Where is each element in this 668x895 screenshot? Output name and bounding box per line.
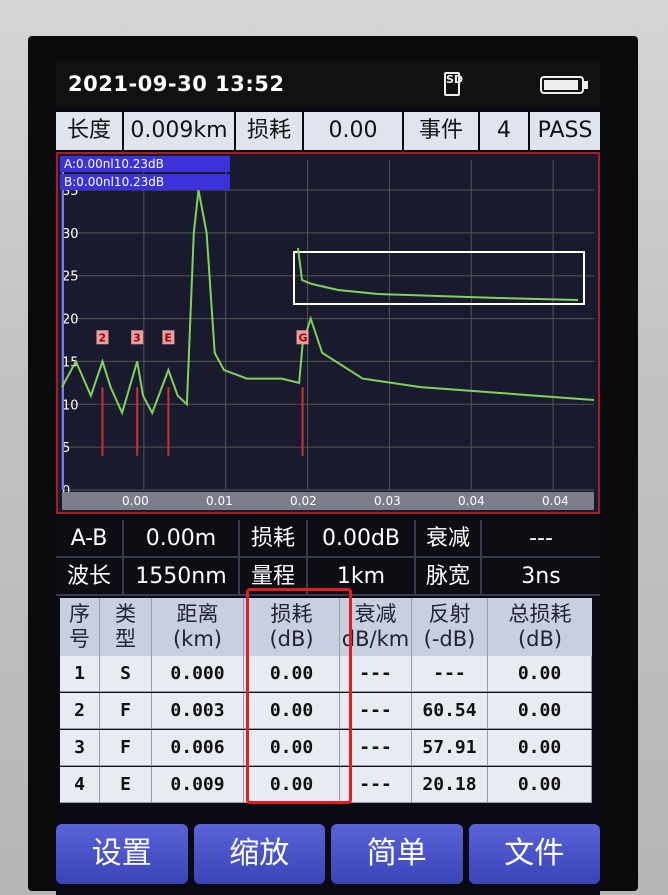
length-label: 长度 [56,112,124,150]
table-cell: --- [412,656,488,692]
battery-icon [540,76,588,94]
y-tick-label: 10 [62,398,79,413]
table-cell: 0.00 [488,767,592,803]
col-header-index: 序号 [60,598,100,656]
pulse-value: 3ns [482,558,600,596]
table-cell: 0.00 [488,656,592,692]
table-cell: F [100,693,152,729]
length-value: 0.009km [124,112,236,150]
table-cell: 0.00 [488,730,592,766]
table-cell: F [100,730,152,766]
pass-status: PASS [530,112,600,150]
table-cell: 2 [60,693,100,729]
y-tick-label: 20 [62,313,79,328]
battery-level [544,80,579,90]
ab-distance: 0.00m [124,520,240,558]
loss-label: 损耗 [236,112,304,150]
status-bar: 2021-09-30 13:52 SD [56,60,600,108]
cursor-b-readout: B:0.00nl10.23dB [60,174,230,190]
col-header-reflectance: 反射 (-dB) [412,598,488,656]
event-label: 事件 [404,112,480,150]
table-cell: 1 [60,656,100,692]
x-tick-label: 0.02 [290,494,317,508]
pulse-label: 脉宽 [416,558,482,596]
event-marker-label: 3 [133,331,141,344]
wavelength-value: 1550nm [124,558,240,596]
table-cell: 0.003 [152,693,244,729]
y-tick-label: 30 [62,227,79,242]
ab-atten-value: --- [482,520,600,558]
x-tick-label: 0.04 [542,494,569,508]
summary-bar: 长度 0.009km 损耗 0.00 事件 4 PASS [56,112,600,150]
otdr-trace-graph[interactable]: 3530252015105023EG A:0.00nl10.23dB B:0.0… [56,152,600,514]
y-tick-label: 25 [62,270,79,285]
wavelength-label: 波长 [56,558,124,596]
trace-series-line [61,189,595,416]
loss-column-highlight [246,588,352,804]
cursor-a-readout: A:0.00nl10.23dB [60,156,230,172]
event-count: 4 [480,112,530,150]
ab-atten-label: 衰减 [416,520,482,558]
x-tick-label: 0.04 [458,494,485,508]
table-cell: 20.18 [412,767,488,803]
zoom-window-trace [297,247,579,301]
x-tick-label: 0.03 [374,494,401,508]
table-cell: S [100,656,152,692]
sd-card-icon: SD [444,72,463,96]
table-cell: 60.54 [412,693,488,729]
col-header-total-loss: 总损耗 (dB) [508,602,572,651]
x-tick-label: 0.01 [206,494,233,508]
table-cell: 57.91 [412,730,488,766]
table-cell: 0.006 [152,730,244,766]
table-cell: 0.009 [152,767,244,803]
ab-label: A-B [56,520,124,558]
event-marker-label: G [299,331,308,344]
table-cell: 0.00 [488,693,592,729]
ab-info-bar: A-B 0.00m 损耗 0.00dB 衰减 --- [56,520,600,558]
event-marker-label: 2 [98,331,106,344]
file-button[interactable]: 文件 [468,824,600,884]
x-tick-label: 0.00 [122,494,149,508]
event-marker-label: E [164,331,172,344]
simple-button[interactable]: 简单 [331,824,463,884]
trace-chart: 3530252015105023EG [61,160,595,499]
col-header-distance: 距离 (km) [152,598,244,656]
softkey-bar: 设置 缩放 简单 文件 [56,820,600,890]
x-axis: 0.00 0.01 0.02 0.03 0.04 0.04 [62,492,594,510]
loss-value: 0.00 [304,112,404,150]
col-header-type: 类型 [100,598,152,656]
table-cell: E [100,767,152,803]
ab-loss-label: 损耗 [240,520,308,558]
table-cell: 4 [60,767,100,803]
table-cell: 0.000 [152,656,244,692]
table-cell: 3 [60,730,100,766]
datetime: 2021-09-30 13:52 [68,72,285,96]
ab-loss-value: 0.00dB [308,520,416,558]
zoom-button[interactable]: 缩放 [193,824,325,884]
settings-button[interactable]: 设置 [56,824,188,884]
